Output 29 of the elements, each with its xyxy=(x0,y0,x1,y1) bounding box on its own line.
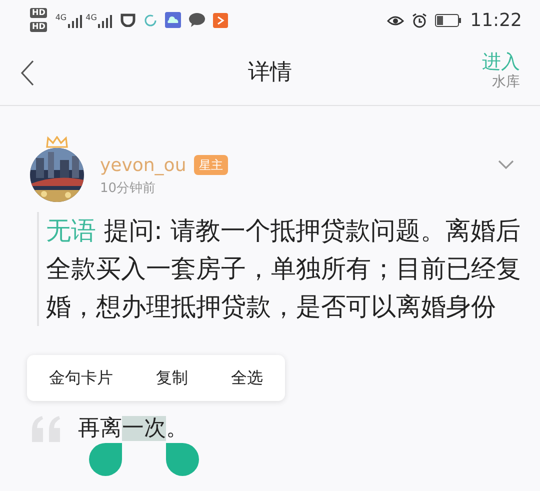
back-button[interactable] xyxy=(20,60,34,86)
owner-badge: 星主 xyxy=(194,155,228,176)
menu-item[interactable]: 全选 xyxy=(231,366,263,390)
author-name: yevon_ou xyxy=(100,154,186,178)
network-label: 4G xyxy=(55,12,67,24)
sim-label: HD xyxy=(30,8,48,18)
signal-icon xyxy=(66,15,82,28)
network-label: 4G xyxy=(86,12,97,24)
sim-label: HD xyxy=(30,22,48,32)
crown-icon xyxy=(46,136,68,148)
answer-text: 再离一次。 xyxy=(78,415,188,443)
signal-icon xyxy=(96,15,112,28)
battery-icon xyxy=(435,14,462,26)
play-app-icon xyxy=(212,12,228,28)
question-text: 无语 提问: 请教一个抵押贷款问题。离婚后全款买入一套房子，单独所有；目前已经复婚，想办理抵押贷款，是否可以离婚身份 xyxy=(46,215,522,323)
selection-handle[interactable] xyxy=(89,443,122,476)
group-name: 水库 xyxy=(492,73,520,92)
page-title: 详情 xyxy=(248,59,292,87)
cloud-app-icon xyxy=(164,12,181,28)
selection-handle[interactable] xyxy=(166,443,199,476)
eye-icon xyxy=(387,14,404,26)
post-time: 10分钟前 xyxy=(100,180,157,198)
alarm-icon xyxy=(412,12,428,28)
menu-item[interactable]: 金句卡片 xyxy=(49,366,113,390)
status-time: 11:22 xyxy=(470,8,522,32)
menu-item[interactable]: 复制 xyxy=(156,366,188,390)
cup-icon xyxy=(120,13,136,27)
sync-icon xyxy=(144,14,157,26)
chat-bubble-icon xyxy=(188,13,205,27)
